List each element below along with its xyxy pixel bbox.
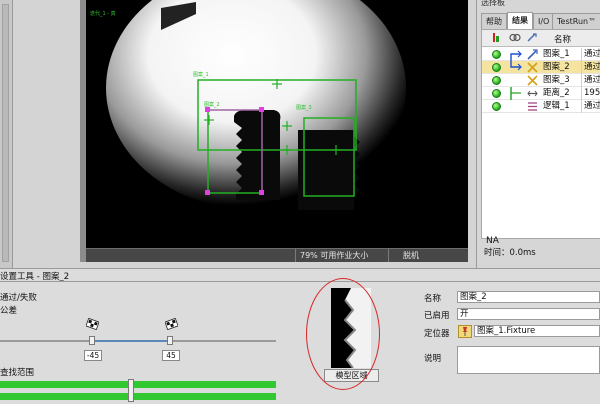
pattern-3-label: 图案_3 [296, 105, 312, 111]
result-value: 195. [581, 87, 600, 100]
search-range-label: 查找范围 [0, 368, 35, 378]
result-time-text: 时间：0.0ms [484, 248, 536, 258]
pattern-tool-icon [527, 62, 538, 73]
link-column-icon [509, 33, 521, 42]
result-name: 逻辑_1 [543, 101, 570, 111]
locator-field[interactable]: 图案_1.Fixture [474, 325, 600, 337]
mode-status[interactable]: 脱机 [388, 249, 448, 262]
enabled-label: 已启用 [424, 311, 450, 321]
logic-tool-icon [528, 102, 537, 111]
result-na-text: NA [486, 236, 499, 246]
panel-title: 选择板 [481, 0, 505, 7]
result-name: 图案_2 [543, 62, 570, 72]
tolerance-min-value[interactable]: -45 [84, 350, 102, 361]
right-thread-part [298, 130, 360, 210]
description-label: 说明 [424, 354, 442, 364]
image-viewer[interactable]: 迭代_1 - 真 图案_1 图案_2 图案_3 [86, 0, 468, 248]
annotation-circle [306, 278, 380, 390]
pattern-tool-icon [527, 75, 538, 86]
name-column-header[interactable]: 名称 [554, 33, 571, 45]
pattern-1-label: 图案_1 [193, 72, 209, 78]
max-checker-flag-icon [165, 318, 178, 331]
min-checker-flag-icon [86, 318, 99, 331]
pass-indicator-icon [492, 63, 501, 72]
tolerance-max-value[interactable]: 45 [162, 350, 180, 361]
result-row[interactable]: 逻辑_1 通过 [482, 100, 600, 113]
result-value: 通过 [581, 74, 600, 87]
pass-indicator-icon [492, 89, 501, 98]
results-panel: 选择板 帮助 结果 I/O TestRun™ 名称 图案_1 通过 图案_2 通… [476, 0, 600, 268]
search-range-bar-secondary[interactable] [0, 393, 276, 400]
tab-testrun[interactable]: TestRun™ [552, 13, 600, 29]
image-status-bar: 79% 可用作业大小 脱机 [86, 248, 468, 262]
pattern-tool-icon [527, 49, 538, 60]
tolerance-max-handle[interactable] [167, 336, 173, 345]
locator-label: 定位器 [424, 329, 450, 339]
description-field[interactable] [457, 346, 600, 374]
pass-indicator-icon [492, 50, 501, 59]
distance-tool-icon [527, 90, 538, 97]
result-row[interactable]: 图案_3 通过 [482, 74, 600, 87]
search-range-bar[interactable] [0, 381, 276, 388]
name-label: 名称 [424, 294, 442, 304]
result-name: 距离_2 [543, 88, 570, 98]
left-thread-part [234, 110, 281, 200]
result-value: 通过 [581, 48, 600, 61]
result-name: 图案_1 [543, 49, 570, 59]
result-row[interactable]: 图案_1 通过 [482, 48, 600, 61]
pass-fail-label: 通过/失败 [0, 293, 37, 303]
result-value: 通过 [581, 100, 600, 113]
zoom-status[interactable]: 79% 可用作业大小 [295, 249, 371, 262]
pattern-2-label: 图案_2 [204, 102, 220, 108]
name-field[interactable]: 图案_2 [457, 291, 600, 303]
results-header: 名称 [482, 30, 600, 47]
result-name: 图案_3 [543, 75, 570, 85]
handle-bottom-left[interactable] [205, 190, 210, 195]
tab-help[interactable]: 帮助 [481, 13, 507, 29]
iteration-label: 迭代_1 - 真 [90, 11, 116, 17]
results-table: 名称 图案_1 通过 图案_2 通过 图案_3 通过 距离_2 195 逻辑_1… [481, 29, 600, 239]
handle-top-right[interactable] [259, 107, 264, 112]
handle-bottom-right[interactable] [259, 190, 264, 195]
tab-results[interactable]: 结果 [507, 12, 533, 29]
link-arrow-icon [510, 50, 522, 61]
divider [0, 281, 600, 282]
enabled-field[interactable]: 开 [457, 308, 600, 320]
result-row[interactable]: 距离_2 195. [482, 87, 600, 100]
pass-indicator-icon [492, 76, 501, 85]
status-column-icon [493, 33, 499, 42]
pin-icon[interactable] [458, 325, 472, 338]
left-scrollbar[interactable] [2, 4, 9, 262]
result-row-selected[interactable]: 图案_2 通过 [482, 61, 600, 74]
tolerance-label: 公差 [0, 306, 18, 316]
search-range-handle[interactable] [128, 379, 134, 402]
camera-image [86, 0, 468, 248]
tolerance-range-fill [92, 340, 170, 342]
tolerance-min-handle[interactable] [89, 336, 95, 345]
link-arrow-icon [510, 61, 522, 71]
pass-indicator-icon [492, 102, 501, 111]
result-value: 通过 [581, 61, 600, 74]
link-arrow-icon [510, 87, 521, 100]
tool-column-icon [527, 33, 537, 42]
